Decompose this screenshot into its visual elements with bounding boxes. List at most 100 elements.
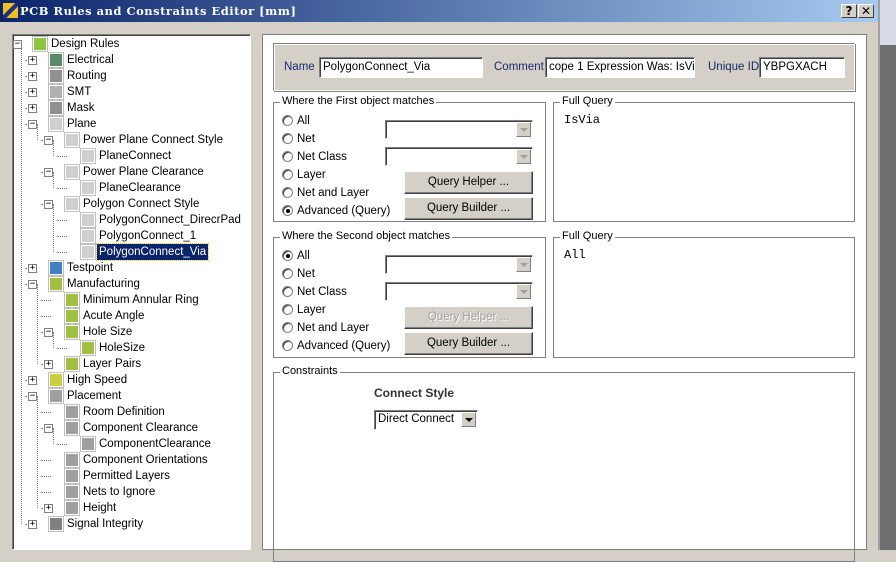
collapse-icon[interactable]: − [28,392,37,401]
placement-icon [65,421,79,435]
expand-icon[interactable]: + [28,376,37,385]
radio-circle[interactable] [282,187,293,198]
radio-circle[interactable] [282,322,293,333]
collapse-icon[interactable]: − [44,200,53,209]
chevron-down-icon[interactable] [516,284,531,299]
query-builder-button[interactable]: Query Builder ... [404,197,533,220]
tree-item[interactable]: Room Definition [13,404,249,420]
net-select[interactable] [385,255,533,274]
app-icon [3,3,18,18]
tree-item[interactable]: + Testpoint [13,260,249,276]
tree-item[interactable]: − Polygon Connect Style [13,196,249,212]
radio-circle[interactable] [282,304,293,315]
expand-icon[interactable]: + [28,264,37,273]
tree-item[interactable]: Acute Angle [13,308,249,324]
tree-item-label: PolygonConnect_Via [95,243,210,261]
comment-input[interactable]: cope 1 Expression Was: IsVia [545,57,695,78]
full-query-text[interactable]: All [564,248,586,262]
chevron-down-icon[interactable] [516,257,531,272]
query-helper-button[interactable]: Query Helper ... [404,306,533,329]
tree-item-label: Testpoint [67,262,114,274]
tree-connector [41,300,51,301]
tree-item[interactable]: + Electrical [13,52,249,68]
query-builder-button[interactable]: Query Builder ... [404,332,533,355]
collapse-icon[interactable]: − [28,120,37,129]
expand-icon[interactable]: + [28,88,37,97]
collapse-icon[interactable]: − [44,328,53,337]
tree-item[interactable]: − Power Plane Connect Style [13,132,249,148]
radio-circle[interactable] [282,250,293,261]
expand-icon[interactable]: + [44,360,53,369]
radio-circle[interactable] [282,133,293,144]
net-class-select[interactable] [385,282,533,301]
radio-circle[interactable] [282,268,293,279]
chevron-down-icon[interactable] [516,149,531,164]
tree-item[interactable]: PlaneConnect [13,148,249,164]
placement-icon [65,405,79,419]
tree-item[interactable]: PolygonConnect_Via [13,243,249,261]
tree-item[interactable]: PolygonConnect_DirecrPad [13,212,249,228]
tree-item[interactable]: − Manufacturing [13,276,249,292]
tree-item[interactable]: Component Orientations [13,452,249,468]
tree-item[interactable]: − Hole Size [13,324,249,340]
tree-item[interactable]: − Placement [13,388,249,404]
expand-icon[interactable]: + [28,104,37,113]
tree-item[interactable]: Nets to Ignore [13,484,249,500]
chevron-down-icon[interactable] [461,412,476,427]
collapse-icon[interactable]: − [28,280,37,289]
radio-circle[interactable] [282,115,293,126]
collapse-icon[interactable]: − [44,424,53,433]
tree-item[interactable]: + Routing [13,68,249,84]
radio-label: Layer [297,169,326,181]
tree-item[interactable]: + High Speed [13,372,249,388]
tree-item[interactable]: Minimum Annular Ring [13,292,249,308]
radio-circle[interactable] [282,286,293,297]
collapse-icon[interactable]: − [44,168,53,177]
name-input[interactable]: PolygonConnect_Via [319,57,483,78]
tree-item[interactable]: + Mask [13,100,249,116]
tree-item[interactable]: PlaneClearance [13,180,249,196]
net-select[interactable] [385,120,533,139]
radio-label: All [297,250,310,262]
plane-icon [81,245,95,259]
tree-item[interactable]: PolygonConnect_1 [13,228,249,244]
chevron-down-icon[interactable] [516,122,531,137]
tree-item[interactable]: HoleSize [13,340,249,356]
tree-item[interactable]: − Power Plane Clearance [13,164,249,180]
tree-item[interactable]: + Layer Pairs [13,356,249,372]
collapse-icon[interactable]: − [44,136,53,145]
tree-item[interactable]: − Plane [13,116,249,132]
expand-icon[interactable]: + [28,72,37,81]
tree-connector [57,444,67,445]
tree-item[interactable]: − Design Rules [13,36,249,52]
full-query-text[interactable]: IsVia [564,113,600,127]
expand-icon[interactable]: + [44,504,53,513]
tree-connector [41,492,51,493]
expand-icon[interactable]: + [28,520,37,529]
tree-item[interactable]: + Height [13,500,249,516]
window-title: PCB Rules and Constraints Editor [mm] [20,4,297,18]
tree-item[interactable]: − Component Clearance [13,420,249,436]
tree-item[interactable]: Permitted Layers [13,468,249,484]
smt-icon [49,85,63,99]
radio-circle[interactable] [282,169,293,180]
tree-item[interactable]: ComponentClearance [13,436,249,452]
query-helper-button[interactable]: Query Helper ... [404,171,533,194]
radio-circle[interactable] [282,205,293,216]
unique-id-input[interactable]: YBPGXACH [759,57,845,78]
net-class-select[interactable] [385,147,533,166]
tree-item-label: Layer Pairs [83,358,142,370]
tree-item[interactable]: + SMT [13,84,249,100]
radio-circle[interactable] [282,340,293,351]
connect-style-select[interactable]: Direct Connect [374,410,478,430]
tree-item[interactable]: + Signal Integrity [13,516,249,532]
placement-icon [65,453,79,467]
radio-circle[interactable] [282,151,293,162]
constraints-group: Constraints Connect Style Direct Connect [273,365,855,562]
close-button[interactable]: ✕ [858,4,874,18]
rules-tree[interactable]: − Design Rules + Electrical + Routing + SMT + Mas… [12,34,251,550]
background-window-edge [878,0,896,550]
help-button[interactable]: ? [841,4,857,18]
expand-icon[interactable]: + [28,56,37,65]
placement-icon [65,469,79,483]
